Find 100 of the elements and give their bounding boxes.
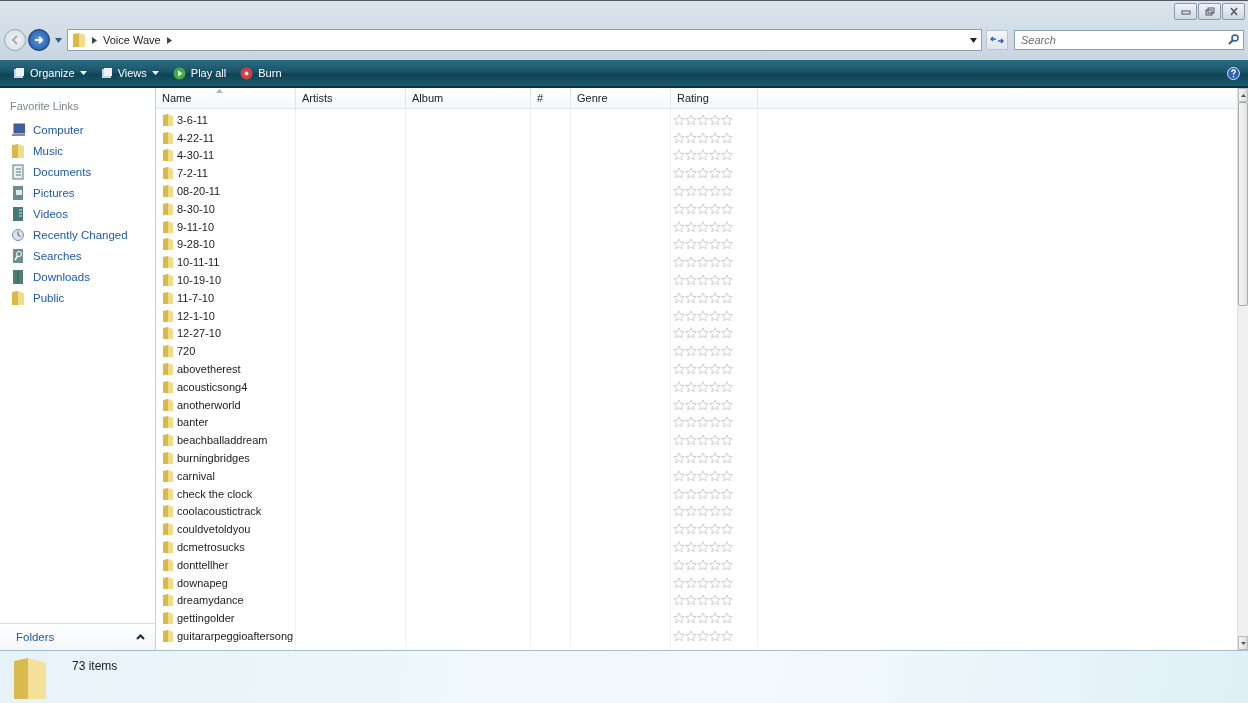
favorite-link[interactable]: Videos	[33, 207, 68, 220]
file-name[interactable]: dreamydance	[177, 594, 244, 607]
favorite-link[interactable]: Recently Changed	[33, 228, 128, 241]
file-name[interactable]: gettingolder	[177, 612, 235, 625]
file-name[interactable]: carnival	[177, 469, 215, 482]
column-header[interactable]: Name	[156, 88, 296, 108]
star-rating[interactable]	[673, 452, 733, 465]
file-name[interactable]: 9-28-10	[177, 238, 215, 251]
item-count: 73 items	[72, 659, 118, 673]
close-button[interactable]	[1222, 3, 1245, 20]
star-rating[interactable]	[673, 131, 733, 144]
clock-icon	[11, 226, 25, 243]
file-name[interactable]: 10-19-10	[177, 274, 222, 287]
file-name[interactable]: 4-22-11	[177, 131, 215, 144]
star-rating[interactable]	[673, 380, 733, 393]
favorite-link[interactable]: Downloads	[33, 270, 90, 283]
file-name[interactable]: couldvetoldyou	[177, 523, 251, 536]
file-name[interactable]: anotherworld	[177, 398, 241, 411]
file-name[interactable]: 12-27-10	[177, 327, 222, 340]
file-name[interactable]: 08-20-11	[177, 185, 221, 198]
star-rating[interactable]	[673, 167, 733, 180]
help-icon[interactable]	[1227, 66, 1240, 80]
chevron-up-icon[interactable]	[136, 634, 145, 640]
star-rating[interactable]	[673, 309, 733, 322]
favorite-link[interactable]: Public	[33, 291, 65, 304]
star-rating[interactable]	[673, 505, 733, 518]
star-rating[interactable]	[673, 398, 733, 411]
star-rating[interactable]	[673, 238, 733, 251]
star-rating[interactable]	[673, 291, 733, 304]
play-all-button[interactable]: Play all	[167, 64, 232, 82]
chevron-icon[interactable]	[92, 36, 97, 44]
file-name[interactable]: 3-6-11	[177, 113, 208, 126]
maximize-button[interactable]	[1198, 3, 1221, 20]
file-name[interactable]: banter	[177, 416, 209, 429]
star-rating[interactable]	[673, 594, 733, 607]
file-name[interactable]: 10-11-11	[177, 256, 220, 269]
folder-icon	[162, 130, 174, 145]
file-name[interactable]: coolacoustictrack	[177, 505, 262, 518]
folders-bar[interactable]: Folders	[0, 623, 155, 650]
column-header[interactable]: Genre	[571, 88, 671, 108]
star-rating[interactable]	[673, 558, 733, 571]
file-name[interactable]: donttellher	[177, 558, 229, 571]
scroll-down-icon[interactable]	[1240, 641, 1246, 645]
star-rating[interactable]	[673, 256, 733, 269]
search-icon[interactable]	[1228, 34, 1239, 45]
scrollbar[interactable]	[1237, 88, 1248, 650]
star-rating[interactable]	[673, 469, 733, 482]
star-rating[interactable]	[673, 434, 733, 447]
menu-button[interactable]: Organize	[8, 65, 92, 81]
star-rating[interactable]	[673, 202, 733, 215]
star-rating[interactable]	[673, 523, 733, 536]
scroll-up-icon[interactable]	[1240, 93, 1246, 97]
search-field[interactable]: Search	[1014, 30, 1244, 50]
file-name[interactable]: acousticsong4	[177, 380, 248, 393]
file-name[interactable]: 8-30-10	[177, 202, 215, 215]
file-name[interactable]: 720	[177, 345, 196, 358]
favorite-link[interactable]: Documents	[33, 165, 92, 178]
file-name[interactable]: 4-30-11	[177, 149, 215, 162]
file-name[interactable]: guitararpeggioaftersong	[177, 630, 294, 642]
star-rating[interactable]	[673, 487, 733, 500]
file-name[interactable]: beachballaddream	[177, 434, 268, 447]
column-header[interactable]: Album	[406, 88, 531, 108]
star-rating[interactable]	[673, 327, 733, 340]
favorite-link[interactable]: Computer	[33, 123, 84, 136]
breadcrumb[interactable]: Voice Wave	[103, 34, 161, 46]
file-name[interactable]: check the clock	[177, 487, 253, 500]
star-rating[interactable]	[673, 345, 733, 358]
star-rating[interactable]	[673, 220, 733, 233]
column-header[interactable]: Rating	[671, 88, 758, 108]
minimize-button[interactable]	[1174, 3, 1197, 20]
star-rating[interactable]	[673, 113, 733, 126]
star-rating[interactable]	[673, 612, 733, 625]
file-name[interactable]: 9-11-10	[177, 220, 215, 233]
star-rating[interactable]	[673, 185, 733, 198]
star-rating[interactable]	[673, 541, 733, 553]
chevron-icon[interactable]	[166, 36, 172, 44]
forward-button[interactable]	[28, 29, 50, 51]
star-rating[interactable]	[673, 274, 733, 287]
file-name[interactable]: 7-2-11	[177, 167, 208, 180]
file-name[interactable]: abovetherest	[177, 363, 241, 376]
column-header[interactable]: #	[531, 88, 571, 108]
star-rating[interactable]	[673, 416, 733, 429]
file-name[interactable]: downapeg	[177, 576, 228, 589]
refresh-button[interactable]	[986, 30, 1008, 50]
file-name[interactable]: burningbridges	[177, 452, 250, 465]
star-rating[interactable]	[673, 363, 733, 376]
menu-button[interactable]: Views	[95, 65, 164, 81]
file-name[interactable]: dcmetrosucks	[177, 541, 245, 553]
address-bar[interactable]: Voice Wave	[67, 29, 982, 51]
column-header[interactable]: Artists	[296, 88, 406, 108]
burn-button[interactable]: Burn	[235, 64, 287, 82]
favorite-link[interactable]: Music	[33, 144, 64, 157]
dropdown-caret-icon[interactable]	[970, 37, 977, 43]
favorite-link[interactable]: Pictures	[33, 186, 75, 199]
star-rating[interactable]	[673, 576, 733, 589]
star-rating[interactable]	[673, 149, 733, 162]
file-name[interactable]: 12-1-10	[177, 309, 215, 322]
favorite-link[interactable]: Searches	[33, 249, 82, 262]
star-rating[interactable]	[673, 630, 733, 642]
file-name[interactable]: 11-7-10	[177, 291, 215, 304]
